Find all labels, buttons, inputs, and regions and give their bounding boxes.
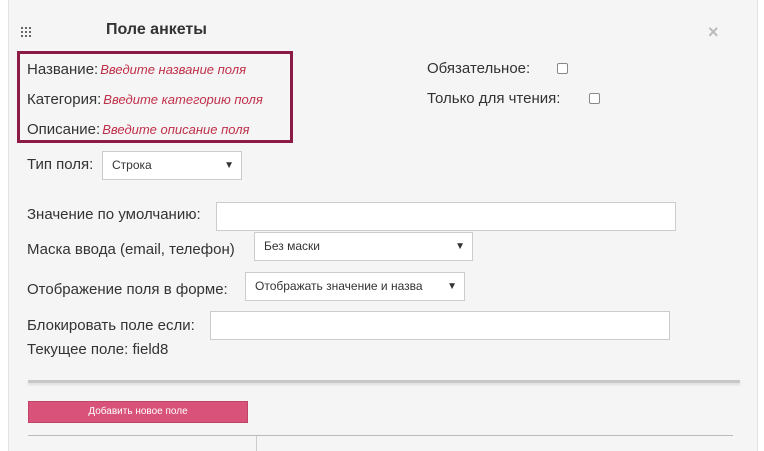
- field-name-editable[interactable]: Введите название поля: [100, 62, 246, 77]
- chevron-down-icon: ▼: [224, 160, 234, 171]
- default-value-input[interactable]: [216, 202, 676, 231]
- field-type-value: Строка: [112, 158, 152, 172]
- field-description-editable[interactable]: Введите описание поля: [102, 122, 249, 137]
- block-if-input[interactable]: [210, 311, 670, 340]
- display-label: Отображение поля в форме:: [27, 281, 228, 298]
- field-name-row: Название: Введите название поля: [27, 61, 246, 78]
- required-checkbox[interactable]: [557, 63, 568, 74]
- field-name-label: Название:: [27, 61, 99, 78]
- field-type-label: Тип поля:: [27, 156, 94, 173]
- required-label: Обязательное:: [427, 60, 531, 77]
- field-type-select[interactable]: Строка ▼: [102, 151, 242, 180]
- chevron-down-icon: ▼: [447, 281, 457, 292]
- chevron-down-icon: ▼: [455, 241, 465, 252]
- display-value: Отображать значение и назва: [255, 279, 423, 293]
- current-field-text: Текущее поле: field8: [27, 341, 169, 358]
- close-icon[interactable]: ×: [708, 23, 719, 41]
- add-field-button[interactable]: Добавить новое поле: [28, 401, 248, 423]
- field-category-row: Категория: Введите категорию поля: [27, 91, 263, 108]
- readonly-label: Только для чтения:: [427, 90, 561, 107]
- readonly-checkbox[interactable]: [589, 93, 600, 104]
- default-value-label: Значение по умолчанию:: [27, 206, 201, 223]
- input-mask-label: Маска ввода (email, телефон): [27, 241, 235, 258]
- bottom-divider: [28, 435, 733, 436]
- display-select[interactable]: Отображать значение и назва ▼: [245, 272, 465, 301]
- field-category-editable[interactable]: Введите категорию поля: [103, 92, 263, 107]
- panel-title: Поле анкеты: [106, 21, 207, 38]
- drag-grid-icon[interactable]: [21, 27, 31, 37]
- field-description-label: Описание:: [27, 121, 101, 138]
- input-mask-value: Без маски: [264, 239, 320, 253]
- input-mask-select[interactable]: Без маски ▼: [254, 232, 473, 261]
- section-divider: [28, 380, 740, 383]
- bottom-column-separator: [256, 436, 257, 451]
- block-if-label: Блокировать поле если:: [27, 317, 195, 334]
- field-description-row: Описание: Введите описание поля: [27, 121, 249, 138]
- field-category-label: Категория:: [27, 91, 102, 108]
